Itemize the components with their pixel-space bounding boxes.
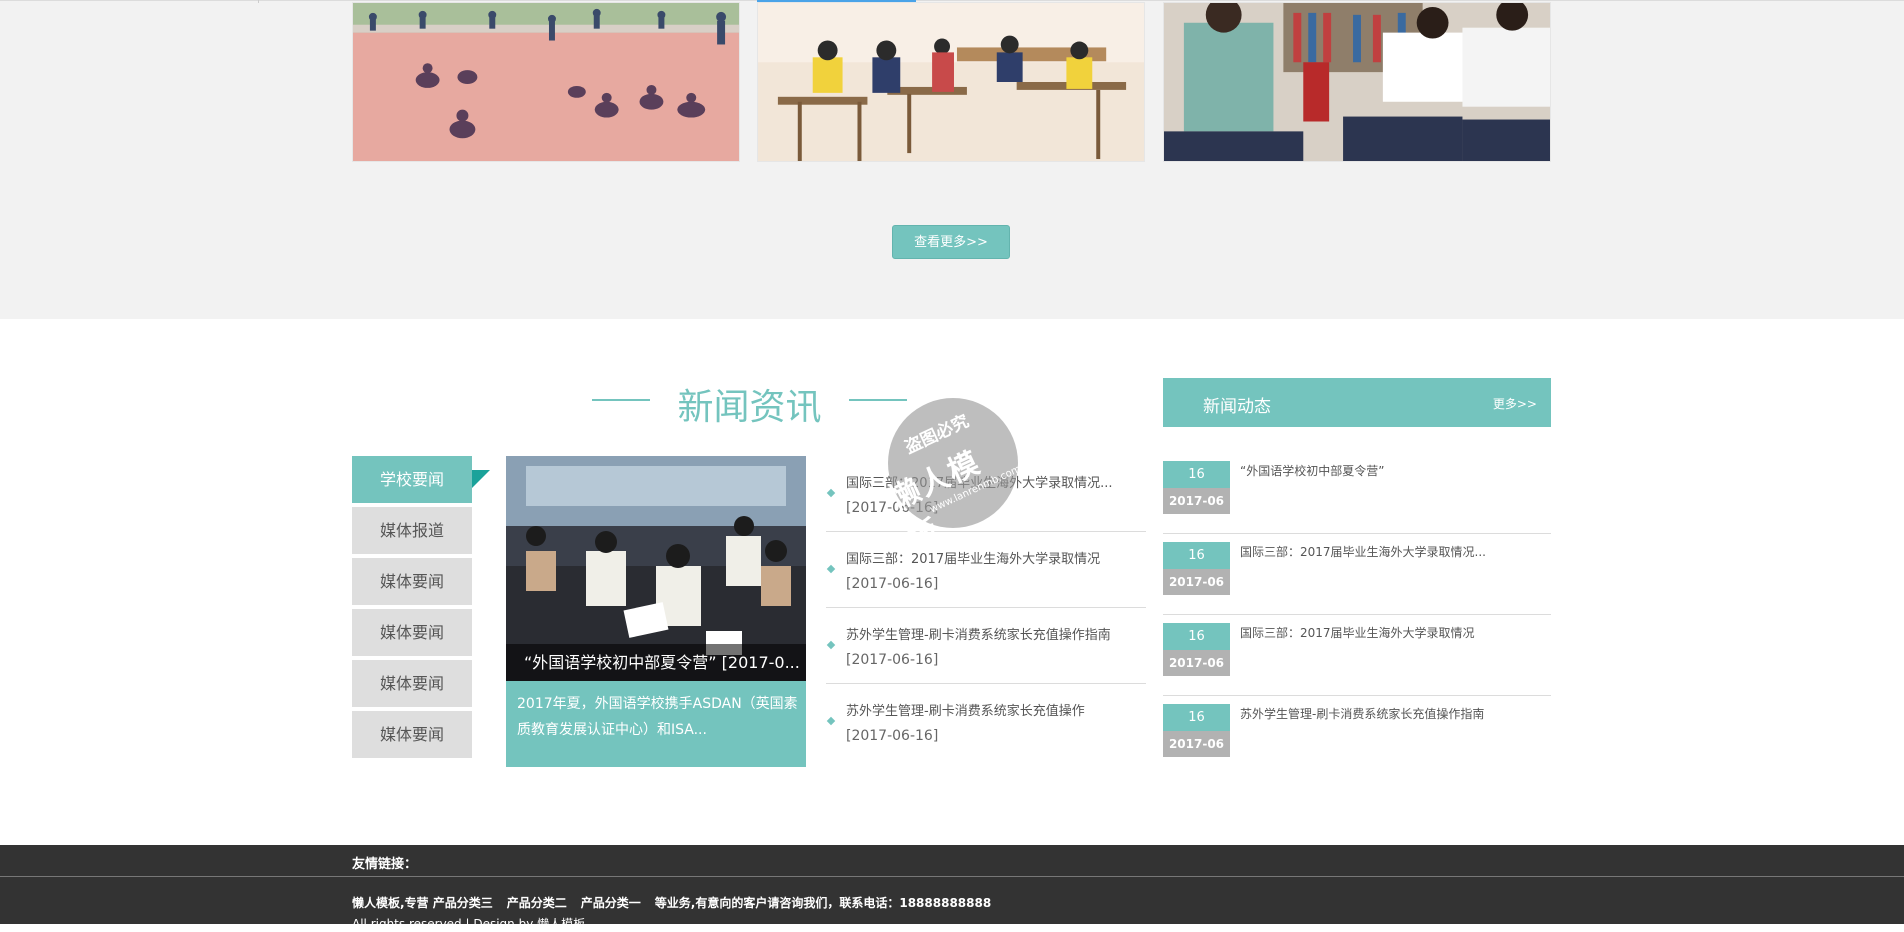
tab-label: 媒体报道 xyxy=(379,521,444,540)
bullet-icon xyxy=(826,564,836,574)
bullet-icon xyxy=(826,716,836,726)
date-month-badge: 2017-06 xyxy=(1163,731,1230,757)
list-item[interactable]: 苏外学生管理-刷卡消费系统家长充值操作 [2017-06-16] xyxy=(826,684,1146,760)
news-category-tabs: 学校要闻 媒体报道 媒体要闻 媒体要闻 媒体要闻 媒体要闻 xyxy=(352,456,490,762)
news-section-title: 新闻资讯 xyxy=(592,374,907,428)
tab-label: 媒体要闻 xyxy=(379,725,444,744)
top-tick xyxy=(258,0,259,3)
tab-school-news[interactable]: 学校要闻 xyxy=(352,456,490,503)
gallery-photo-classroom[interactable] xyxy=(757,2,1145,162)
tab-label: 媒体要闻 xyxy=(379,623,444,642)
tab-label: 学校要闻 xyxy=(379,470,444,489)
news-title[interactable]: 国际三部：2017届毕业生海外大学录取情况... xyxy=(1240,543,1545,560)
date-month-badge: 2017-06 xyxy=(1163,569,1230,595)
date-month-badge: 2017-06 xyxy=(1163,488,1230,514)
date-day-badge: 16 xyxy=(1163,542,1230,569)
date-day-badge: 16 xyxy=(1163,704,1230,731)
view-more-button[interactable]: 查看更多>> xyxy=(892,225,1010,259)
list-item[interactable]: 16 2017-06 苏外学生管理-刷卡消费系统家长充值操作指南 xyxy=(1163,696,1551,777)
list-item[interactable]: 苏外学生管理-刷卡消费系统家长充值操作指南 [2017-06-16] xyxy=(826,608,1146,684)
footer-nav: 懒人模板,专营 产品分类三 产品分类二 产品分类一 等业务,有意向的客户请咨询我们，联… xyxy=(352,894,1005,911)
active-tab-flag xyxy=(472,470,490,488)
friend-links-label: 友情链接： xyxy=(352,857,418,872)
tab-label: 媒体要闻 xyxy=(379,674,444,693)
news-dynamics-list: 16 2017-06 “外国语学校初中部夏令营” 16 2017-06 国际三部… xyxy=(1163,453,1551,777)
list-item[interactable]: 16 2017-06 国际三部：2017届毕业生海外大学录取情况 xyxy=(1163,615,1551,696)
section-title-text: 新闻资讯 xyxy=(677,387,822,428)
news-title[interactable]: 国际三部：2017届毕业生海外大学录取情况 xyxy=(1240,624,1545,641)
title-line-right xyxy=(849,399,907,401)
date-day-badge: 16 xyxy=(1163,623,1230,650)
news-title[interactable]: 国际三部：2017届毕业生海外大学录取情况 xyxy=(846,548,1146,567)
footer-link[interactable]: 产品分类二 xyxy=(507,896,567,910)
tab-media-news[interactable]: 媒体要闻 xyxy=(352,711,472,758)
news-dynamics-title: 新闻动态 xyxy=(1203,397,1271,417)
date-month-badge: 2017-06 xyxy=(1163,650,1230,676)
date-day-badge: 16 xyxy=(1163,461,1230,488)
news-dynamics-header: 新闻动态 更多>> xyxy=(1163,378,1551,427)
tab-media-news[interactable]: 媒体要闻 xyxy=(352,558,472,605)
news-title[interactable]: 苏外学生管理-刷卡消费系统家长充值操作指南 xyxy=(846,624,1146,643)
footer: 友情链接： 懒人模板,专营 产品分类三 产品分类二 产品分类一 等业务,有意向的客户请… xyxy=(0,845,1904,931)
top-divider xyxy=(0,0,1904,1)
tab-media-reports[interactable]: 媒体报道 xyxy=(352,507,472,554)
gallery-photo-playground[interactable] xyxy=(352,2,740,162)
featured-news-caption[interactable]: “外国语学校初中部夏令营” [2017-0... xyxy=(506,644,806,681)
watermark-stamp: 盗图必究 懒人模板 www.lanrenmb.com xyxy=(885,398,1023,557)
news-title[interactable]: 苏外学生管理-刷卡消费系统家长充值操作指南 xyxy=(1240,705,1545,722)
list-item[interactable]: 国际三部：2017届毕业生海外大学录取情况 [2017-06-16] xyxy=(826,532,1146,608)
footer-link[interactable]: 产品分类一 xyxy=(581,896,641,910)
news-title[interactable]: 苏外学生管理-刷卡消费系统家长充值操作 xyxy=(846,700,1146,719)
footer-link[interactable]: 懒人模板,专营 产品分类三 xyxy=(352,896,493,910)
news-date: [2017-06-16] xyxy=(846,576,939,592)
featured-news-description: 2017年夏，外国语学校携手ASDAN（英国素质教育发展认证中心）和ISA... xyxy=(517,696,798,738)
footer-divider xyxy=(0,876,1904,877)
more-link[interactable]: 更多>> xyxy=(1493,395,1537,412)
list-item[interactable]: 16 2017-06 国际三部：2017届毕业生海外大学录取情况... xyxy=(1163,534,1551,615)
news-title[interactable]: “外国语学校初中部夏令营” xyxy=(1240,462,1545,479)
bullet-icon xyxy=(826,488,836,498)
featured-news-card[interactable]: “外国语学校初中部夏令营” [2017-0... 2017年夏，外国语学校携手A… xyxy=(506,456,806,767)
tab-media-news[interactable]: 媒体要闻 xyxy=(352,609,472,656)
tab-media-news[interactable]: 媒体要闻 xyxy=(352,660,472,707)
footer-contact-text: 等业务,有意向的客户请咨询我们，联系电话：18888888888 xyxy=(654,896,992,910)
list-item[interactable]: 16 2017-06 “外国语学校初中部夏令营” xyxy=(1163,453,1551,534)
news-date: [2017-06-16] xyxy=(846,652,939,668)
tab-label: 媒体要闻 xyxy=(379,572,444,591)
bullet-icon xyxy=(826,640,836,650)
news-date: [2017-06-16] xyxy=(846,728,939,744)
gallery-photo-library[interactable] xyxy=(1163,2,1551,162)
